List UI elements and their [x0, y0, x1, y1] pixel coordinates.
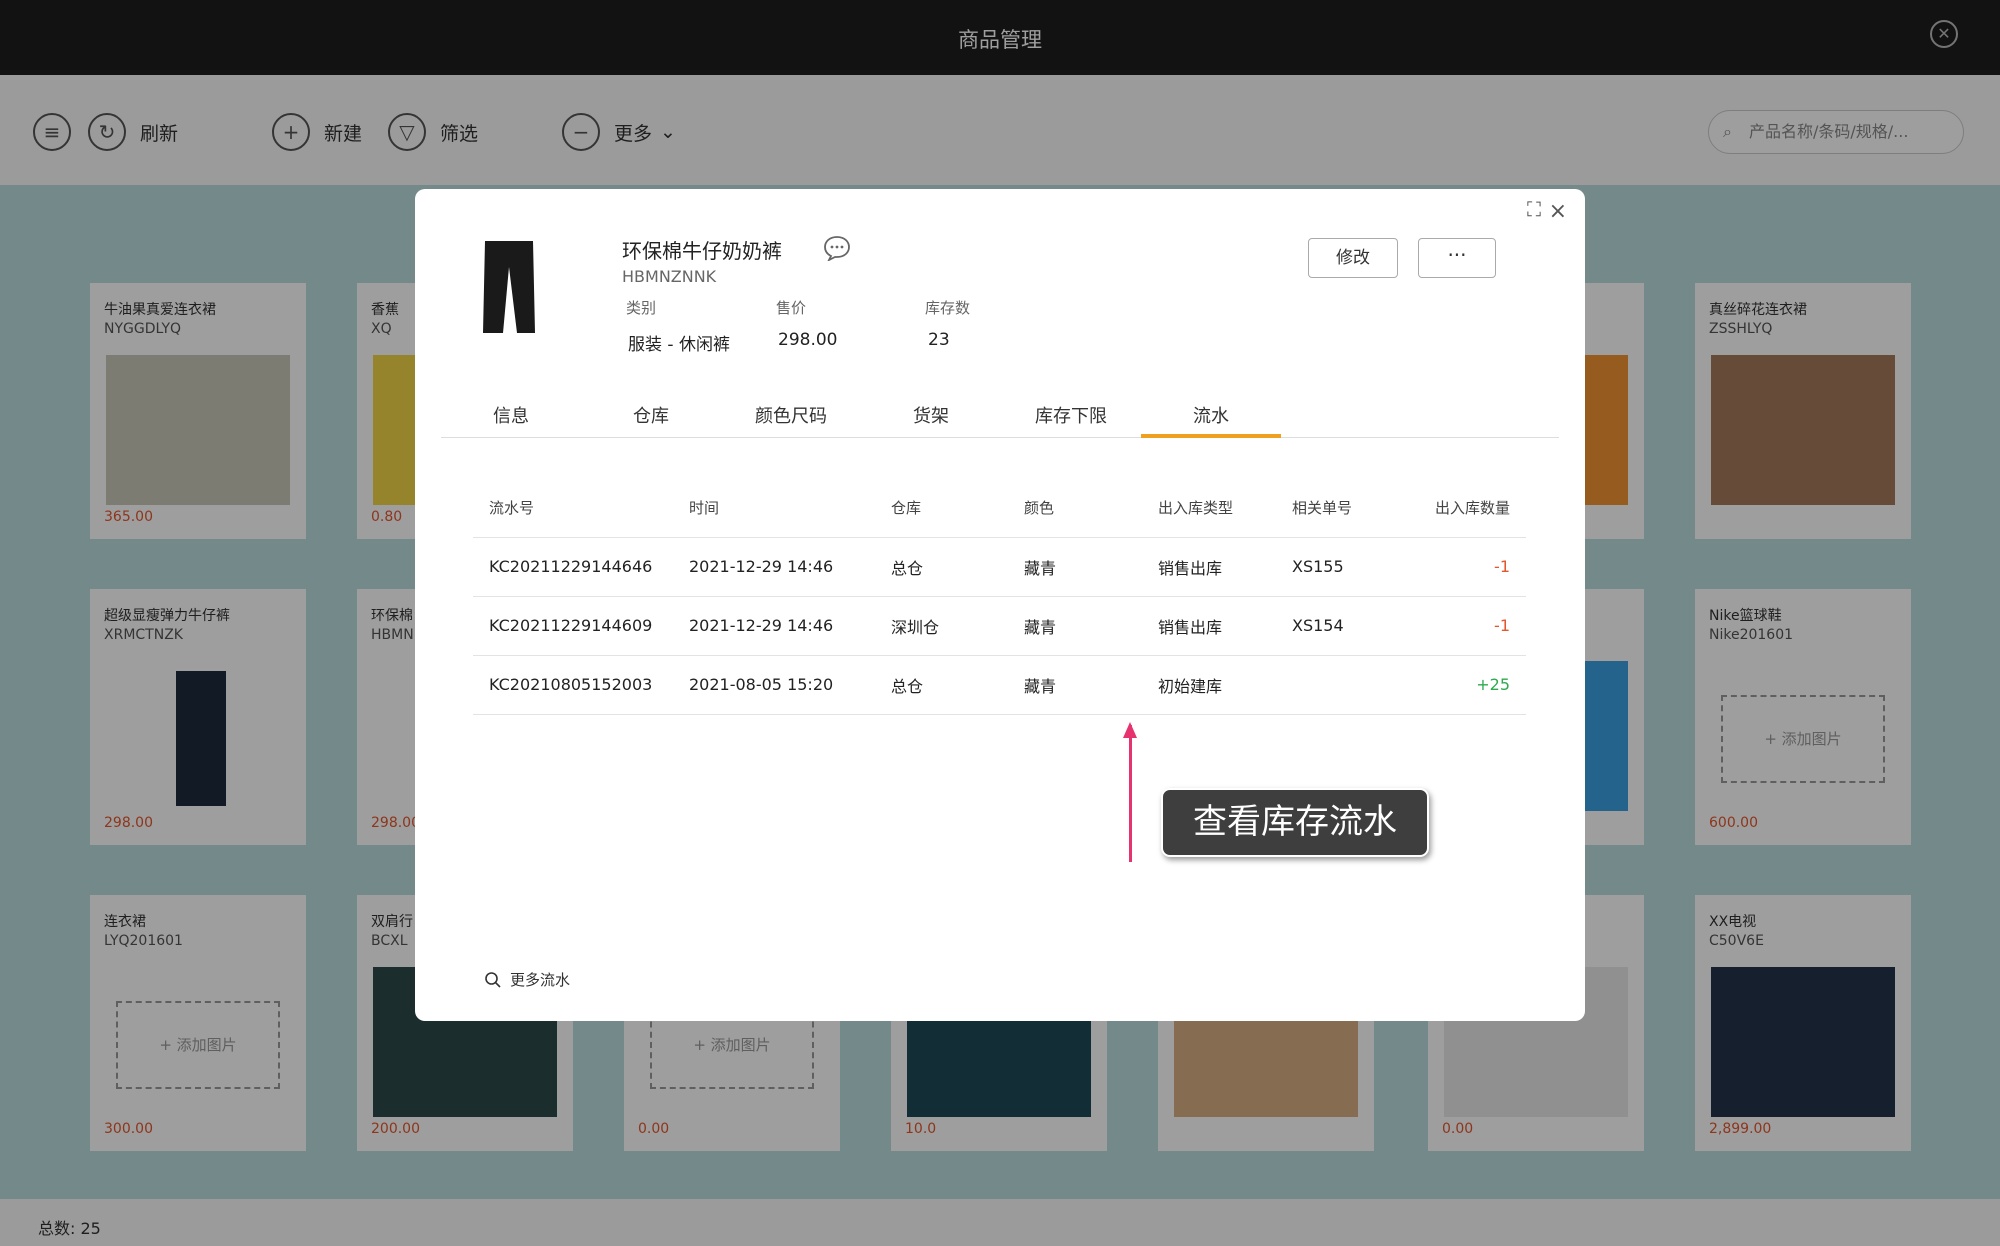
- flow-warehouse: 总仓: [875, 537, 1008, 597]
- expand-icon[interactable]: ⛶: [1527, 197, 1541, 221]
- stock-value: 23: [928, 330, 950, 350]
- flow-color: 藏青: [1008, 596, 1142, 656]
- category-label: 类别: [626, 299, 657, 317]
- price-label: 售价: [776, 299, 807, 317]
- flow-color: 藏青: [1008, 537, 1142, 597]
- column-header: 时间: [673, 479, 875, 538]
- tab-stock-min[interactable]: 库存下限: [1001, 402, 1141, 438]
- flow-id: KC20211229144609: [473, 596, 673, 656]
- flow-warehouse: 深圳仓: [875, 596, 1008, 656]
- category-value: 服装 - 休闲裤: [628, 335, 730, 355]
- column-header: 仓库: [875, 479, 1008, 538]
- price-value: 298.00: [778, 330, 838, 350]
- annotation-arrow: [1129, 725, 1132, 862]
- flow-type: 初始建库: [1142, 655, 1276, 715]
- table-row[interactable]: KC20210805152003 2021-08-05 15:20 总仓 藏青 …: [473, 655, 1526, 715]
- close-icon[interactable]: ×: [1549, 199, 1567, 224]
- stock-label: 库存数: [925, 299, 971, 317]
- tab-warehouse[interactable]: 仓库: [581, 402, 721, 438]
- product-code: HBMNZNNK: [622, 267, 717, 286]
- flow-warehouse: 总仓: [875, 655, 1008, 715]
- flow-time: 2021-12-29 14:46: [673, 537, 875, 597]
- search-icon: [485, 971, 501, 988]
- table-row[interactable]: KC20211229144609 2021-12-29 14:46 深圳仓 藏青…: [473, 596, 1526, 656]
- column-header: 颜色: [1008, 479, 1142, 538]
- flow-time: 2021-08-05 15:20: [673, 655, 875, 715]
- column-header: 流水号: [473, 479, 673, 538]
- column-header: 出入库类型: [1142, 479, 1276, 538]
- table-header-row: 流水号 时间 仓库 颜色 出入库类型 相关单号 出入库数量: [473, 479, 1526, 538]
- flow-type: 销售出库: [1142, 596, 1276, 656]
- flow-qty: -1: [1406, 596, 1526, 656]
- edit-button[interactable]: 修改: [1308, 238, 1398, 278]
- more-options-button[interactable]: ···: [1418, 238, 1496, 278]
- column-header: 出入库数量: [1406, 479, 1526, 538]
- tab-flow[interactable]: 流水: [1141, 402, 1281, 438]
- more-flow-link[interactable]: 更多流水: [484, 969, 570, 990]
- flow-table: 流水号 时间 仓库 颜色 出入库类型 相关单号 出入库数量 KC20211229…: [473, 479, 1526, 715]
- table-row[interactable]: KC20211229144646 2021-12-29 14:46 总仓 藏青 …: [473, 537, 1526, 597]
- product-image: [483, 241, 535, 333]
- tab-bar: 信息 仓库 颜色尺码 货架 库存下限 流水: [441, 402, 1559, 438]
- tab-shelf[interactable]: 货架: [861, 402, 1001, 438]
- flow-type: 销售出库: [1142, 537, 1276, 597]
- product-name: 环保棉牛仔奶奶裤: [622, 239, 782, 263]
- flow-qty: +25: [1406, 655, 1526, 715]
- flow-qty: -1: [1406, 537, 1526, 597]
- flow-id: KC20210805152003: [473, 655, 673, 715]
- flow-ref[interactable]: XS154: [1276, 596, 1406, 656]
- more-flow-label: 更多流水: [510, 971, 571, 989]
- annotation-callout: 查看库存流水: [1161, 788, 1429, 857]
- flow-time: 2021-12-29 14:46: [673, 596, 875, 656]
- tab-color-size[interactable]: 颜色尺码: [721, 402, 861, 438]
- flow-color: 藏青: [1008, 655, 1142, 715]
- flow-id: KC20211229144646: [473, 537, 673, 597]
- chat-icon[interactable]: [823, 235, 851, 261]
- tab-info[interactable]: 信息: [441, 402, 581, 438]
- flow-ref[interactable]: [1276, 655, 1406, 715]
- flow-ref[interactable]: XS155: [1276, 537, 1406, 597]
- column-header: 相关单号: [1276, 479, 1406, 538]
- product-detail-modal: ⛶ × 环保棉牛仔奶奶裤 HBMNZNNK 类别 售价 库存数 服装 - 休闲裤…: [415, 189, 1585, 1021]
